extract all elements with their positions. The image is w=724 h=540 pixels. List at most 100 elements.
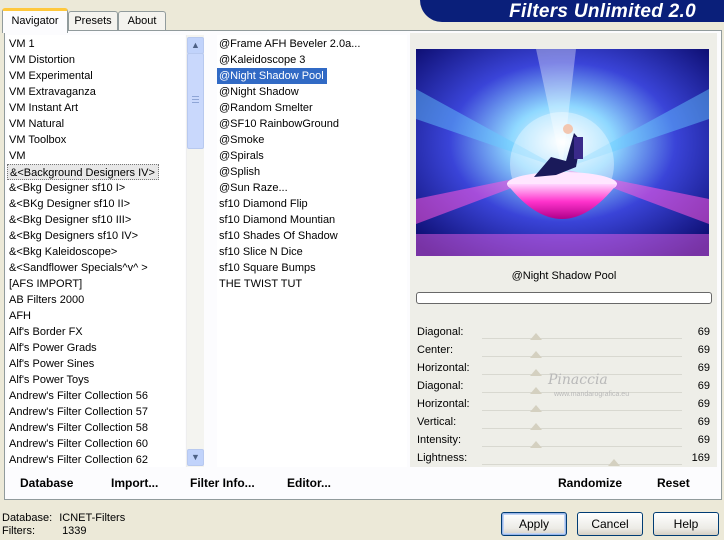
category-item[interactable]: [AFS IMPORT] [7, 276, 185, 292]
slider-label: Horizontal: [417, 362, 470, 374]
preview-image [416, 49, 709, 256]
category-item[interactable]: VM Natural [7, 116, 185, 132]
category-item[interactable]: &<Sandflower Specials^v^ > [7, 260, 185, 276]
slider-thumb-icon[interactable] [530, 423, 542, 430]
category-item[interactable]: VM Instant Art [7, 100, 185, 116]
slider-track[interactable] [482, 342, 682, 358]
title-banner: Filters Unlimited 2.0 [420, 0, 724, 22]
category-item[interactable]: Alf's Power Grads [7, 340, 185, 356]
watermark-url: www.mandarografica.eu [554, 391, 630, 398]
slider-label: Diagonal: [417, 380, 464, 392]
category-item[interactable]: Alf's Power Sines [7, 356, 185, 372]
category-item[interactable]: VM [7, 148, 185, 164]
category-item[interactable]: Andrew's Filter Collection 58 [7, 420, 185, 436]
category-item[interactable]: &<Bkg Designer sf10 I> [7, 180, 185, 196]
category-item[interactable]: Andrew's Filter Collection 60 [7, 436, 185, 452]
category-item[interactable]: VM Extravaganza [7, 84, 185, 100]
import-button[interactable]: Import... [111, 476, 158, 490]
filter-list[interactable]: @Frame AFH Beveler 2.0a... @Kaleidoscope … [217, 35, 407, 467]
reset-button[interactable]: Reset [657, 476, 690, 490]
scroll-thumb[interactable] [187, 53, 204, 149]
slider-value: 69 [697, 434, 710, 446]
slider-value: 69 [697, 362, 710, 374]
filter-item[interactable]: @SF10 RainbowGround [217, 116, 407, 132]
category-item[interactable]: Alf's Power Toys [7, 372, 185, 388]
category-item[interactable]: &<Bkg Designer sf10 III> [7, 212, 185, 228]
category-item[interactable]: Andrew's Filter Collection 56 [7, 388, 185, 404]
filter-item[interactable]: @Random Smelter [217, 100, 407, 116]
filter-item[interactable]: @Kaleidoscope 3 [217, 52, 407, 68]
watermark-text: Pinaccia [548, 372, 608, 388]
slider-row: Center: 69 [416, 342, 712, 360]
category-item[interactable]: VM 1 [7, 36, 185, 52]
slider-value: 69 [697, 416, 710, 428]
category-item[interactable]: AFH [7, 308, 185, 324]
slider-track[interactable] [482, 396, 682, 412]
category-scrollbar[interactable]: ▲ ▼ [186, 35, 204, 467]
filter-item[interactable]: THE TWIST TUT [217, 276, 407, 292]
category-item[interactable]: VM Distortion [7, 52, 185, 68]
status-filters: Filters: 1339 [2, 525, 87, 537]
slider-thumb-icon[interactable] [530, 441, 542, 448]
slider-track[interactable] [482, 432, 682, 448]
apply-button[interactable]: Apply [501, 512, 567, 536]
scroll-down-icon[interactable]: ▼ [187, 449, 204, 466]
slider-value: 69 [697, 344, 710, 356]
scroll-up-icon[interactable]: ▲ [187, 37, 204, 54]
category-item[interactable]: VM Toolbox [7, 132, 185, 148]
category-item[interactable]: Andrew's Filter Collection 62 [7, 452, 185, 467]
filters-count: 1339 [62, 525, 87, 537]
randomize-button[interactable]: Randomize [558, 476, 622, 490]
category-item[interactable]: Andrew's Filter Collection 57 [7, 404, 185, 420]
slider-thumb-icon[interactable] [530, 333, 542, 340]
slider-label: Center: [417, 344, 454, 356]
category-item[interactable]: &<BKg Designer sf10 II> [7, 196, 185, 212]
category-item[interactable]: Alf's Border FX [7, 324, 185, 340]
editor-button[interactable]: Editor... [287, 476, 331, 490]
filter-item[interactable]: sf10 Diamond Mountian [217, 212, 407, 228]
filter-info-button[interactable]: Filter Info... [190, 476, 255, 490]
slider-thumb-icon[interactable] [608, 459, 620, 466]
slider-thumb-icon[interactable] [530, 405, 542, 412]
slider-row: Horizontal: 69 [416, 396, 712, 414]
status-database: Database: ICNET-Filters [2, 512, 125, 524]
filter-item[interactable]: @Splish [217, 164, 407, 180]
filter-item[interactable]: sf10 Shades Of Shadow [217, 228, 407, 244]
slider-label: Horizontal: [417, 398, 470, 410]
category-item[interactable]: AB Filters 2000 [7, 292, 185, 308]
category-item[interactable]: &<Bkg Kaleidoscope> [7, 244, 185, 260]
slider-thumb-icon[interactable] [530, 369, 542, 376]
slider-row: Lightness: 169 [416, 450, 712, 468]
filter-item[interactable]: @Smoke [217, 132, 407, 148]
category-list[interactable]: VM 1 VM Distortion VM Experimental VM Extra… [7, 35, 185, 467]
slider-label: Intensity: [417, 434, 462, 446]
category-item[interactable]: VM Experimental [7, 68, 185, 84]
filter-item[interactable]: @Frame AFH Beveler 2.0a... [217, 36, 407, 52]
filter-item[interactable]: sf10 Diamond Flip [217, 196, 407, 212]
database-button[interactable]: Database [20, 476, 73, 490]
slider-track[interactable] [482, 450, 682, 466]
slider-label: Diagonal: [417, 326, 464, 338]
slider-track[interactable] [482, 414, 682, 430]
slider-thumb-icon[interactable] [530, 387, 542, 394]
cancel-button[interactable]: Cancel [577, 512, 643, 536]
filter-item[interactable]: sf10 Slice N Dice [217, 244, 407, 260]
help-button[interactable]: Help [653, 512, 719, 536]
progress-bar [416, 292, 712, 304]
slider-value: 69 [697, 326, 710, 338]
slider-track[interactable] [482, 324, 682, 340]
filters-label: Filters: [2, 525, 35, 537]
category-item[interactable]: &<Background Designers IV> [7, 164, 159, 180]
filter-item[interactable]: @Night Shadow [217, 84, 407, 100]
filter-item[interactable]: @Night Shadow Pool [217, 68, 327, 84]
filter-item[interactable]: @Sun Raze... [217, 180, 407, 196]
category-item[interactable]: &<Bkg Designers sf10 IV> [7, 228, 185, 244]
filter-item[interactable]: sf10 Square Bumps [217, 260, 407, 276]
slider-thumb-icon[interactable] [530, 351, 542, 358]
tab-navigator[interactable]: Navigator [2, 8, 68, 33]
app-title: Filters Unlimited 2.0 [509, 1, 696, 22]
tab-presets[interactable]: Presets [68, 11, 118, 30]
database-value: ICNET-Filters [59, 512, 126, 524]
filter-item[interactable]: @Spirals [217, 148, 407, 164]
tab-about[interactable]: About [118, 11, 166, 30]
